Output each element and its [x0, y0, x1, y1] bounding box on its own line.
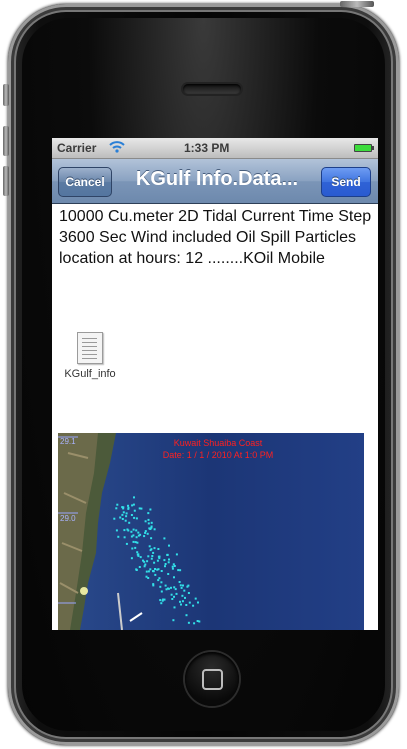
earpiece-speaker	[183, 84, 241, 94]
battery-icon	[354, 144, 374, 152]
cancel-button[interactable]: Cancel	[58, 167, 112, 197]
volume-up-button[interactable]	[3, 126, 9, 156]
home-square-icon	[202, 669, 223, 690]
attachment[interactable]: KGulf_info	[60, 332, 120, 380]
document-icon	[77, 332, 103, 364]
volume-down-button[interactable]	[3, 166, 9, 196]
carrier-label: Carrier	[57, 141, 97, 155]
map-axis-label: 29.1	[60, 437, 76, 446]
map-title-line2: Date: 1 / 1 / 2010 At 1:0 PM	[163, 450, 274, 460]
wifi-icon	[108, 138, 126, 157]
navigation-bar: Cancel KGulf Info.Data... Send	[52, 159, 378, 204]
message-text[interactable]: 10000 Cu.meter 2D Tidal Current Time Ste…	[59, 206, 374, 269]
map-title-line1: Kuwait Shuaiba Coast	[174, 438, 263, 448]
status-bar: Carrier 1:33 PM	[52, 138, 378, 159]
sleep-button[interactable]	[340, 1, 374, 7]
send-button[interactable]: Send	[321, 167, 371, 197]
nav-title: KGulf Info.Data...	[135, 168, 299, 190]
status-time: 1:33 PM	[184, 141, 230, 155]
mute-switch[interactable]	[3, 84, 9, 106]
oil-spill-map-image[interactable]: Kuwait Shuaiba Coast Date: 1 / 1 / 2010 …	[58, 433, 364, 630]
attachment-filename: KGulf_info	[64, 368, 116, 380]
home-button[interactable]	[185, 652, 239, 706]
map-axis-label: 29.0	[60, 514, 76, 523]
message-body[interactable]: 10000 Cu.meter 2D Tidal Current Time Ste…	[52, 204, 378, 630]
phone-screen: Carrier 1:33 PM Cancel KGulf Info.Data..…	[52, 138, 378, 630]
